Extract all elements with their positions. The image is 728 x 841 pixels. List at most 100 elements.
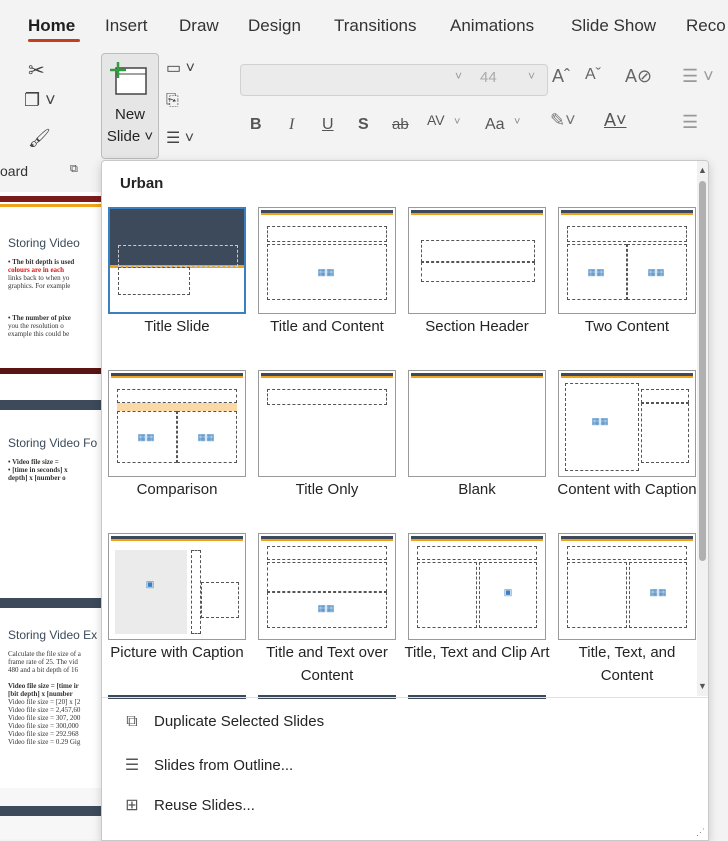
scroll-up-icon[interactable]: ▲ [698,165,707,175]
highlight-icon[interactable]: ✎˅ [550,110,576,131]
thumb-line: Video file size = 292.968 [8,730,79,738]
reset-icon[interactable]: ⎘ [166,92,179,110]
layout-blank[interactable]: Blank [402,324,552,498]
bold-button[interactable]: B [250,116,262,134]
picture-placeholder-icon: ▣ [145,579,155,589]
layout-title-and-content[interactable]: ▦▦ Title and Content [252,161,402,335]
tab-record[interactable]: Reco [686,16,726,36]
scrollbar-thumb[interactable] [699,181,706,561]
scroll-down-icon[interactable]: ▼ [698,681,707,691]
strikethrough-button[interactable]: ab [392,116,409,133]
format-painter-icon[interactable]: 🖌 [28,128,51,149]
content-placeholder-icon: ▦▦ [317,267,335,277]
thumb-header-band [0,368,102,374]
tab-draw[interactable]: Draw [179,16,219,36]
layout-two-content[interactable]: ▦▦ ▦▦ Two Content [552,161,702,335]
thumb-line: Video file size = 307, 200 [8,714,81,722]
layout-icon[interactable]: ▭ ˅ [166,58,195,78]
new-slide-label: New [114,106,145,123]
font-size-value[interactable]: 44 [480,69,497,86]
case-chevron-icon[interactable]: ˅ [514,116,520,128]
thumb-line: • The bit depth is used [8,258,75,266]
duplicate-selected-slides-command[interactable]: ⧉ Duplicate Selected Slides [120,713,324,743]
gallery-scrollbar[interactable]: ▲ ▼ [697,161,708,696]
thumb-dark-band [0,598,102,608]
duplicate-icon: ⧉ [126,713,138,730]
font-name-box[interactable] [240,64,548,96]
new-slide-icon [110,62,147,95]
content-placeholder-icon: ▦▦ [197,432,215,442]
new-slide-dropdown-label: Slide ˅ [106,128,154,145]
content-placeholder-icon: ▦▦ [649,587,667,597]
layout-title-text-and-clip-art[interactable]: ▣ Title, Text and Clip Art [402,487,552,661]
layout-picture-with-caption[interactable]: ▣ Picture with Caption [102,487,252,661]
tab-home[interactable]: Home [28,16,75,36]
dialog-launcher-icon[interactable]: ⧉ [70,163,78,176]
thumb-line: graphics. For example [8,282,71,290]
tab-design[interactable]: Design [248,16,301,36]
layout-section-header[interactable]: Section Header [402,161,552,335]
slides-from-outline-command[interactable]: ☰ Slides from Outline... [120,755,293,785]
copy-icon[interactable]: ❐ ˅ [24,90,56,111]
tab-animations[interactable]: Animations [450,16,534,36]
clipboard-group-label: oard [0,163,29,179]
underline-button[interactable]: U [322,116,334,134]
slide-thumbnail[interactable] [0,788,102,839]
thumb-title: Storing Video Fo [8,436,98,450]
character-spacing-button[interactable]: AV [427,112,445,128]
thumb-accent-band [0,204,102,207]
command-label: Reuse Slides... [154,797,255,814]
layout-label: Picture with Caption [110,644,244,661]
layout-title-slide[interactable]: Title Slide [102,161,252,335]
spacing-chevron-icon[interactable]: ˅ [454,116,460,128]
cut-icon[interactable]: ✂ [28,58,45,83]
new-slide-button[interactable]: New Slide ˅ [101,53,159,159]
tab-slide-show[interactable]: Slide Show [571,16,656,36]
layout-thumbnail: ▦▦ ▦▦ [108,370,246,477]
thumb-line: Video file size = [20] x [2 [8,698,81,706]
increase-font-button[interactable]: Aˆ [552,66,570,87]
section-icon[interactable]: ☰ ˅ [166,128,194,148]
layout-label: Title and Text over Content [266,644,388,684]
layout-thumbnail [408,207,546,314]
bullets-icon[interactable]: ☰ ˅ [682,66,714,87]
reuse-slides-command[interactable]: ⊞ Reuse Slides... [120,795,255,825]
content-placeholder-icon: ▦▦ [317,603,335,613]
layout-comparison[interactable]: ▦▦ ▦▦ Comparison [102,324,252,498]
thumb-line: Video file size = 2,457,60 [8,706,81,714]
align-icon[interactable]: ☰ [682,112,698,133]
tab-transitions[interactable]: Transitions [334,16,417,36]
font-size-chevron-icon[interactable]: ˅ [528,69,535,83]
content-placeholder-icon: ▦▦ [587,267,605,277]
font-color-icon[interactable]: A˅ [604,110,627,131]
content-placeholder-icon: ▦▦ [647,267,665,277]
font-name-chevron-icon[interactable]: ˅ [455,69,462,83]
thumb-dark-band [0,806,102,816]
layout-thumbnail: ▦▦ [558,370,696,477]
slide-thumbnail[interactable]: Storing Video Ex Calculate the file size… [0,568,102,788]
thumb-line: frame rate of 25. The vid [8,658,78,666]
change-case-button[interactable]: Aa [485,116,505,134]
thumb-line: • The number of pixe [8,314,71,322]
tab-insert[interactable]: Insert [105,16,148,36]
thumb-title: Storing Video [8,236,80,250]
decrease-font-button[interactable]: Aˇ [585,66,601,84]
layout-content-with-caption[interactable]: ▦▦ Content with Caption [552,324,702,498]
layout-label: Title, Text and Clip Art [404,644,550,661]
slide-thumbnail[interactable]: Storing Video • The bit depth is used co… [0,192,102,372]
content-placeholder-icon: ▦▦ [591,416,609,426]
shadow-button[interactable]: S [358,116,369,134]
layout-title-and-text-over-content[interactable]: ▦▦ Title and Text over Content [252,487,402,684]
slide-thumbnail[interactable]: Storing Video Fo • Video file size = • [… [0,368,102,568]
resize-grip-icon[interactable]: ⋰ [696,827,705,838]
layout-title-only[interactable]: Title Only [252,324,402,498]
italic-button[interactable]: I [289,116,294,134]
reuse-icon: ⊞ [125,797,139,814]
layout-title-text-and-content[interactable]: ▦▦ Title, Text, and Content [552,487,702,684]
thumb-line: • Video file size = [8,458,59,466]
clip-art-placeholder-icon: ▣ [503,587,513,597]
command-label: Duplicate Selected Slides [154,713,325,730]
thumb-line: Video file size = [time ir [8,682,79,690]
clear-formatting-icon[interactable]: A⊘ [625,66,652,87]
thumb-line: Video file size = 300,000 [8,722,79,730]
